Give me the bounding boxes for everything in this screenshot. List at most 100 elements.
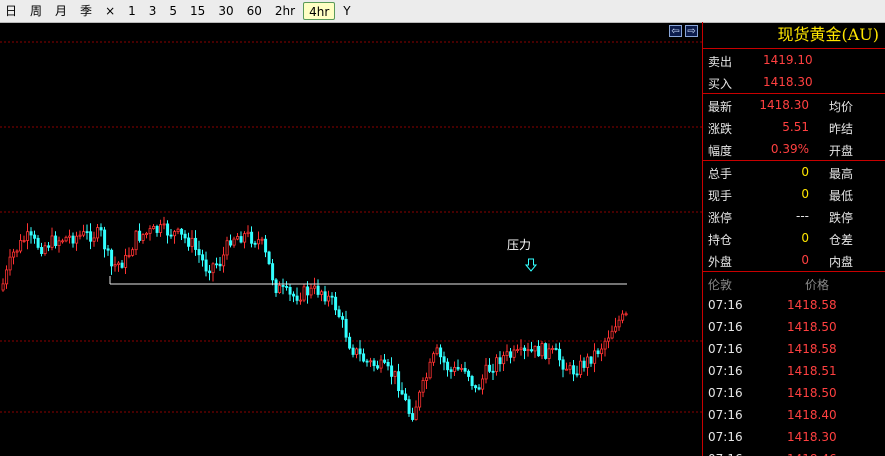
candle-body [309,287,313,296]
quote-label: 最新 [708,100,733,114]
candle-body [586,356,590,368]
candle-body [432,353,436,363]
candle-body [110,249,114,267]
candle-body [428,361,432,379]
candle-body [162,223,166,226]
candle-body [99,227,103,231]
scroll-right-icon[interactable]: ⇨ [685,25,698,37]
candle-body [313,285,317,289]
candle-body [285,286,289,288]
candle-body [558,348,562,361]
quote-label-secondary: 内盘 [829,255,854,269]
tick-price: 1418.50 [787,320,837,334]
quote-row: 现手 0 最低 [703,183,885,205]
quote-label: 持仓 [708,233,733,247]
chart-canvas[interactable] [0,22,702,456]
candle-body [134,230,138,251]
tick-row: 07:16 1418.30 [703,426,885,448]
buy-value: 1418.30 [763,75,813,89]
scroll-left-icon[interactable]: ⇦ [669,25,682,37]
candle-body [393,371,397,377]
candle-body [239,236,243,243]
quote-value: 0 [801,187,809,201]
candle-body [624,313,628,316]
candle-body [505,351,509,356]
quote-stats: 最新 1418.30 均价 涨跌 5.51 昨结 幅度 0.39% 开盘 总手 0 最高 现手 0 最低 涨停… [703,94,885,272]
candle-body [519,347,523,351]
candle-body [351,347,355,355]
candle-body [589,356,593,364]
candle-body [383,359,387,363]
period-button[interactable]: 4hr [303,2,336,20]
period-button[interactable]: 3 [144,2,162,20]
candle-body [369,360,373,363]
candle-body [540,343,544,357]
period-button[interactable]: 30 [213,2,238,20]
candle-body [439,347,443,358]
period-button[interactable]: 1 [123,2,141,20]
candlestick-chart[interactable]: ⇦ ⇨ 压力 [0,22,702,456]
period-button[interactable]: 周 [25,2,47,20]
candle-body [85,231,89,234]
candle-body [418,391,422,408]
candle-body [327,295,331,302]
candle-body [57,240,61,247]
period-button[interactable]: 日 [0,2,22,20]
candle-body [372,360,376,367]
candle-body [330,295,334,298]
col-time: 伦敦 [708,278,733,292]
quote-label: 总手 [708,167,733,181]
candle-body [379,359,383,369]
candle-body [306,286,310,296]
candle-body [582,360,586,368]
candle-body [117,262,121,265]
candle-body [204,259,208,272]
quote-label: 外盘 [708,255,733,269]
candle-body [166,223,170,236]
quote-row: 涨停 --- 跌停 [703,205,885,227]
tick-time: 07:16 [708,320,743,334]
candle-body [530,349,534,352]
quote-label-secondary: 最低 [829,189,854,203]
candle-body [470,376,474,386]
quote-row: 外盘 0 内盘 [703,249,885,272]
tick-price: 1418.40 [787,408,837,422]
candle-body [376,365,380,369]
tick-row: 07:16 1418.58 [703,338,885,360]
period-button[interactable]: 60 [242,2,267,20]
candle-body [187,237,191,247]
buy-row: 买入 1418.30 [703,71,885,94]
period-button[interactable]: 季 [75,2,97,20]
candle-body [292,293,296,297]
candle-body [271,263,275,281]
period-button[interactable]: 5 [164,2,182,20]
quote-label: 涨跌 [708,122,733,136]
candle-body [299,299,303,302]
period-button[interactable]: 2hr [270,2,300,20]
candle-body [183,233,187,239]
candle-body [600,348,604,355]
candle-body [225,240,229,256]
tick-price: 1418.46 [787,452,837,456]
quote-label: 现手 [708,189,733,203]
tick-time: 07:16 [708,298,743,312]
candle-body [341,316,345,320]
candle-body [155,226,159,233]
period-button[interactable]: 15 [185,2,210,20]
candle-body [29,231,33,236]
candle-body [215,263,219,266]
candle-body [148,228,152,234]
quote-row: 最新 1418.30 均价 [703,94,885,116]
tick-price: 1418.50 [787,386,837,400]
candle-body [159,224,163,233]
period-button[interactable]: Y [338,2,355,20]
pressure-label: 压力 [507,238,532,252]
quote-label-secondary: 跌停 [829,211,854,225]
candle-body [61,240,65,243]
ticks-header: 伦敦 价格 [703,272,885,294]
candle-body [477,387,481,390]
period-button[interactable]: 月 [50,2,72,20]
period-button[interactable]: × [100,2,120,20]
candle-body [512,349,516,358]
candle-body [421,380,425,393]
